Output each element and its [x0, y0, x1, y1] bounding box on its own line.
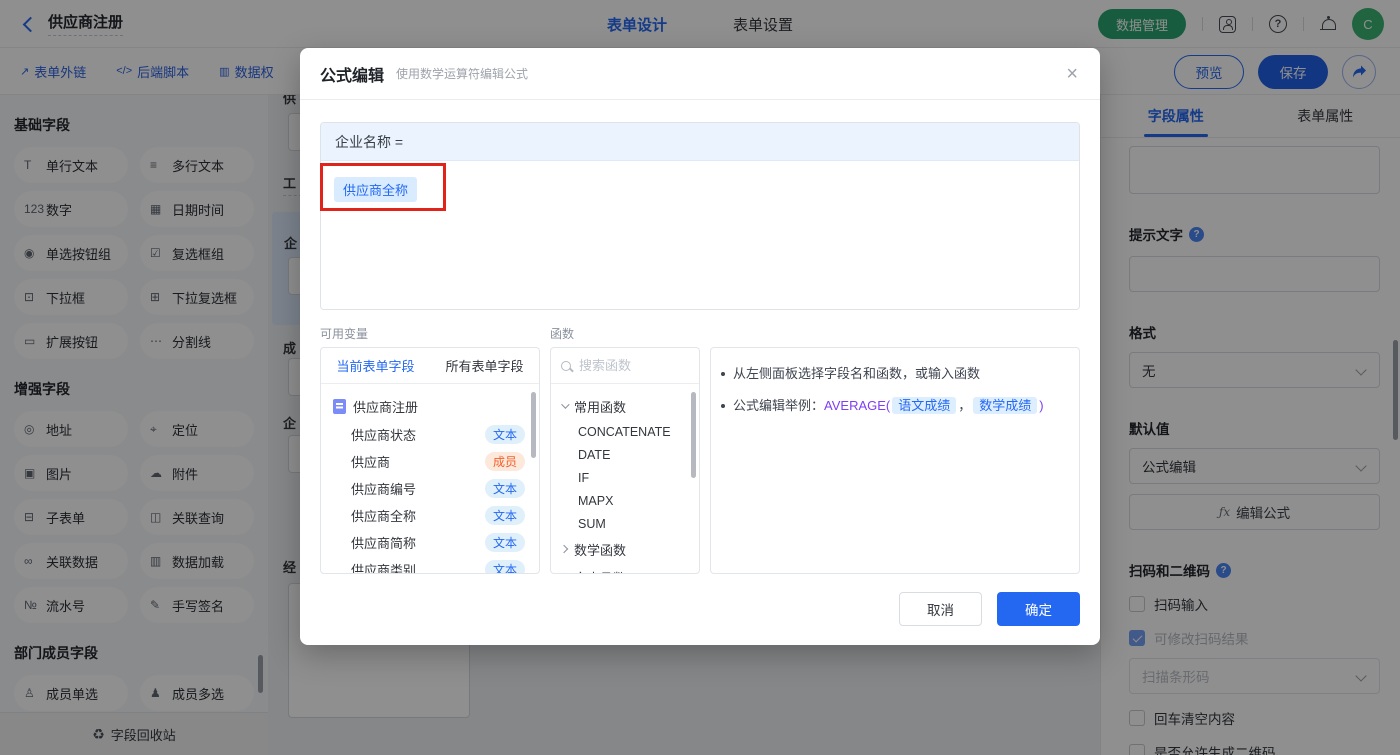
function-row-label: MAPX: [578, 493, 614, 508]
function-tree-row[interactable]: MAPX: [551, 489, 699, 512]
tab-current-form-fields[interactable]: 当前表单字段: [321, 348, 430, 383]
function-tree-row[interactable]: IF: [551, 466, 699, 489]
form-document-icon: [333, 399, 346, 414]
variable-type-badge: 文本: [484, 560, 525, 573]
functions-label: 函数: [550, 327, 575, 341]
confirm-button[interactable]: 确定: [997, 592, 1080, 626]
help-tip-1-text: 从左侧面板选择字段名和函数，或输入函数: [733, 366, 981, 381]
variable-type-badge: 文本: [484, 506, 525, 525]
function-search: [551, 348, 699, 384]
modal-header: 公式编辑 使用数学运算符编辑公式 ×: [300, 48, 1100, 100]
help-tip-2: 公式编辑举例：AVERAGE(语文成绩，数学成绩): [721, 396, 1065, 416]
variable-type-badge: 成员: [484, 452, 525, 471]
variable-name: 供应商简称: [351, 536, 417, 551]
variable-name: 供应商编号: [351, 482, 417, 497]
functions-tree: 常用函数 CONCATENATE DATE IF MAPX SUM 数学函数: [551, 384, 699, 574]
expand-chevron-icon: [559, 572, 569, 573]
variables-rows: 供应商状态 文本 供应商 成员 供应商编号 文本 供应商全称 文本 供应商简称 …: [321, 421, 539, 574]
function-search-input[interactable]: [579, 358, 679, 373]
variables-tabs: 当前表单字段 所有表单字段: [321, 348, 539, 384]
variables-root-label: 供应商注册: [353, 400, 419, 415]
example-field-chip: 数学成绩: [973, 397, 1038, 414]
formula-field-chip[interactable]: 供应商全称: [334, 177, 418, 202]
cancel-button[interactable]: 取消: [899, 592, 982, 626]
bullet-dot: [721, 372, 725, 376]
formula-editor-modal: 公式编辑 使用数学运算符编辑公式 × 企业名称 = 供应商全称 可用变量 函数 …: [300, 48, 1100, 645]
expand-chevron-icon: [559, 544, 569, 554]
example-field-chip: 语文成绩: [892, 397, 957, 414]
help-tip-1: 从左侧面板选择字段名和函数，或输入函数: [721, 364, 1065, 384]
example-function-close: ): [1039, 398, 1044, 413]
close-icon[interactable]: ×: [1066, 64, 1078, 84]
function-tree-row[interactable]: SUM: [551, 512, 699, 535]
function-tree-row[interactable]: DATE: [551, 443, 699, 466]
variable-type-badge: 文本: [484, 425, 525, 444]
formula-editor: 企业名称 = 供应商全称: [320, 122, 1080, 310]
variable-name: 供应商全称: [351, 509, 417, 524]
variables-scrollbar-thumb[interactable]: [531, 392, 536, 458]
formula-help-panel: 从左侧面板选择字段名和函数，或输入函数 公式编辑举例：AVERAGE(语文成绩，…: [710, 347, 1080, 574]
modal-subtitle: 使用数学运算符编辑公式: [396, 67, 529, 81]
function-tree-row[interactable]: 文本函数: [551, 563, 699, 574]
function-row-label: 常用函数: [574, 399, 627, 415]
variable-row[interactable]: 供应商 成员: [321, 448, 539, 475]
function-tree-row[interactable]: 常用函数: [551, 392, 699, 420]
variables-label: 可用变量: [320, 327, 369, 341]
example-prefix: 公式编辑举例：: [733, 398, 825, 413]
help-example: 公式编辑举例：AVERAGE(语文成绩，数学成绩): [733, 396, 1044, 416]
function-row-label: DATE: [578, 447, 611, 462]
modal-footer: 取消 确定: [899, 592, 1080, 626]
variable-row[interactable]: 供应商类别 文本: [321, 556, 539, 574]
variables-panel: 当前表单字段 所有表单字段 供应商注册 供应商状态 文本 供应商 成员 供应商编…: [320, 347, 540, 574]
variable-row[interactable]: 供应商编号 文本: [321, 475, 539, 502]
bullet-dot: [721, 404, 725, 408]
variable-name: 供应商状态: [351, 428, 417, 443]
variable-row[interactable]: 供应商状态 文本: [321, 421, 539, 448]
tab-all-form-fields[interactable]: 所有表单字段: [430, 348, 539, 383]
functions-scrollbar-thumb[interactable]: [691, 392, 696, 478]
expand-chevron-icon: [561, 400, 570, 409]
variable-name: 供应商类别: [351, 563, 417, 574]
variable-row[interactable]: 供应商全称 文本: [321, 502, 539, 529]
formula-target: 企业名称 =: [321, 123, 1079, 161]
example-comma: ，: [958, 398, 972, 413]
formula-input-area[interactable]: 供应商全称: [321, 161, 1079, 309]
variable-name: 供应商: [351, 455, 391, 470]
function-row-label: CONCATENATE: [578, 424, 671, 439]
variables-root-node[interactable]: 供应商注册: [321, 392, 539, 421]
function-row-label: SUM: [578, 516, 606, 531]
function-row-label: IF: [578, 470, 590, 485]
function-row-label: 文本函数: [574, 568, 626, 574]
function-row-label: 数学函数: [574, 542, 627, 558]
variable-type-badge: 文本: [484, 479, 525, 498]
modal-title: 公式编辑: [320, 67, 385, 85]
example-function-open: AVERAGE(: [824, 398, 891, 413]
functions-panel: 常用函数 CONCATENATE DATE IF: [550, 347, 700, 574]
search-icon: [561, 360, 571, 371]
app-window: 供应商注册 表单设计 表单设置 数据管理 ? C ↗ 表单外链 </> 后端脚本…: [0, 0, 1400, 755]
function-tree-row[interactable]: CONCATENATE: [551, 420, 699, 443]
variable-row[interactable]: 供应商简称 文本: [321, 529, 539, 556]
variables-tree: 供应商注册 供应商状态 文本 供应商 成员 供应商编号 文本 供应商全称 文本 …: [321, 384, 539, 574]
variable-type-badge: 文本: [484, 533, 525, 552]
function-tree-row[interactable]: 数学函数: [551, 535, 699, 563]
